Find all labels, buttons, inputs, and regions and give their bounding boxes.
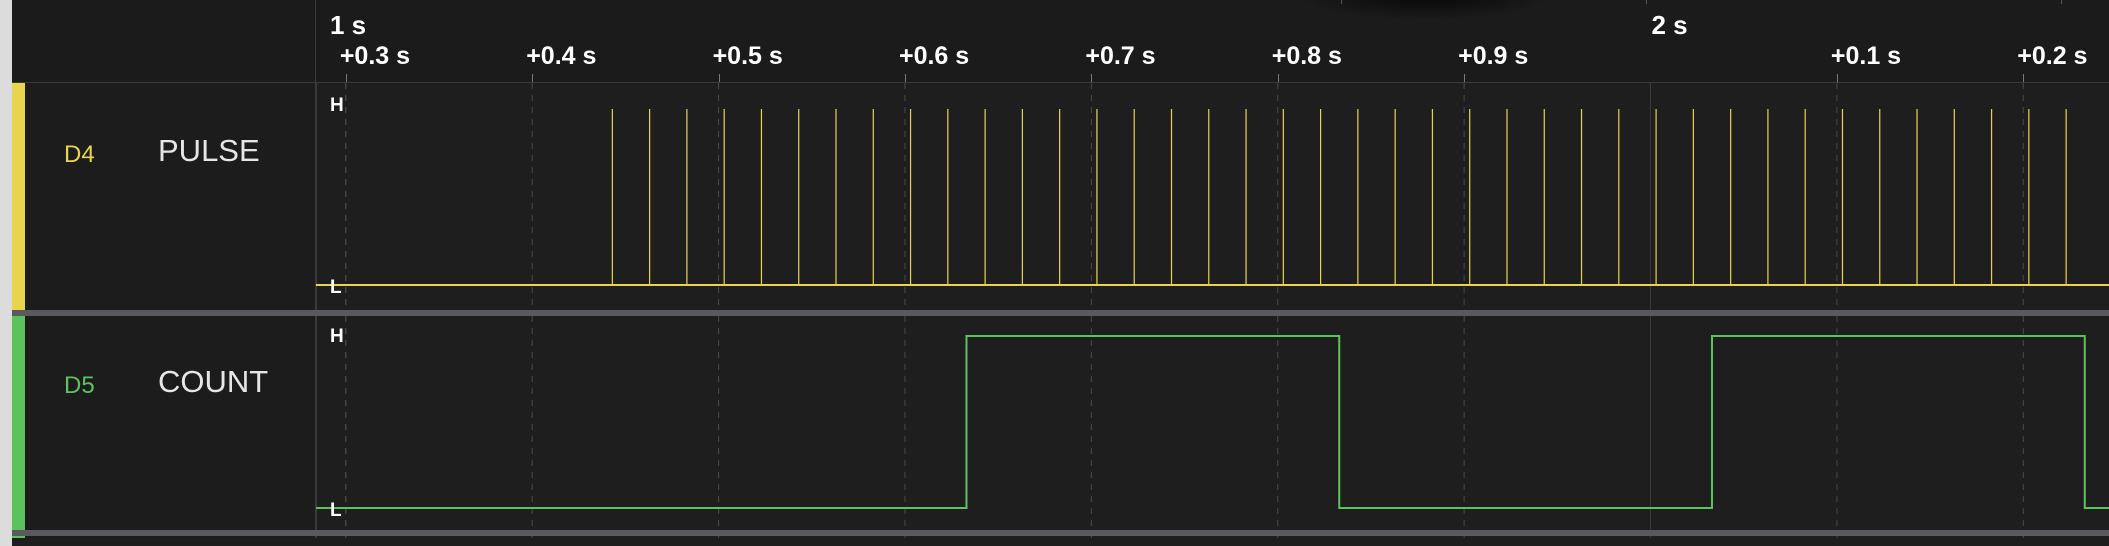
ruler-minor-label: +0.8 s [1271, 42, 1342, 70]
high-level-label: H [330, 326, 344, 347]
ruler-tick [1277, 74, 1279, 82]
ruler-header-spacer [12, 0, 316, 83]
channel-color-bar [12, 316, 25, 538]
ruler-minor-label: +0.4 s [526, 42, 597, 70]
ruler-major-label: 2 s [1651, 10, 1688, 40]
channel-header-pulse[interactable]: D4 PULSE [12, 83, 316, 310]
channel-name: PULSE [158, 133, 260, 168]
ruler-tick [532, 74, 534, 82]
channel-id: D5 [64, 372, 95, 399]
ruler-tick [1836, 74, 1838, 82]
ruler-top-tick [2061, 0, 2062, 4]
waveform-count[interactable]: HL [316, 316, 2109, 538]
low-level-label: L [330, 277, 342, 298]
channel-name: COUNT [158, 364, 269, 399]
ruler-top-tick [1646, 0, 1647, 4]
logic-analyzer-view: +0.3 s +0.4 s +0.5 s +0.6 s +0.7 s +0.8 s +0.9… [12, 0, 2109, 546]
ruler-tick [718, 74, 720, 82]
count-waveform [326, 335, 2109, 509]
ruler-minor-label: +0.7 s [1085, 42, 1156, 70]
window-left-edge [0, 0, 12, 546]
channel-header-count[interactable]: D5 COUNT [12, 316, 316, 538]
top-shadow [1296, 0, 1556, 20]
channel-separator [12, 530, 2109, 536]
high-level-label: H [330, 95, 344, 116]
ruler-minor-label: +0.5 s [712, 42, 783, 70]
ruler-tick [1464, 74, 1466, 82]
ruler-tick [904, 74, 906, 82]
ruler-tick [1091, 74, 1093, 82]
channel-id: D4 [64, 141, 95, 168]
ruler-minor-label: +0.2 s [2017, 42, 2088, 70]
ruler-minor-label: +0.6 s [898, 42, 970, 70]
ruler-minor-label: +0.3 s [339, 42, 411, 70]
ruler-tick [2023, 74, 2025, 82]
ruler-major-label: 1 s [330, 10, 367, 40]
waveform-pulse[interactable]: HL [316, 83, 2109, 310]
channel-row-count[interactable]: D5 COUNT HL [12, 316, 2109, 538]
low-level-label: L [330, 500, 342, 521]
channel-color-bar [12, 83, 25, 310]
ruler-minor-label: +0.9 s [1458, 42, 1529, 70]
ruler-tick [345, 74, 347, 82]
ruler-minor-label: +0.1 s [1830, 42, 1902, 70]
time-ruler[interactable]: +0.3 s +0.4 s +0.5 s +0.6 s +0.7 s +0.8 s +0.9… [316, 0, 2109, 83]
ruler-top-tick [1341, 0, 1342, 4]
channel-row-pulse[interactable]: D4 PULSE HL [12, 83, 2109, 310]
